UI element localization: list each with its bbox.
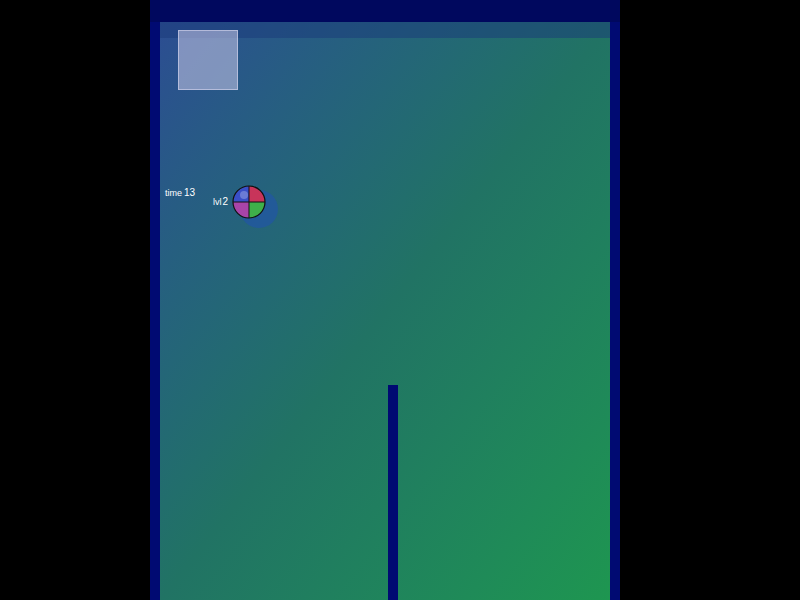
game-field: time13 lvl2 <box>150 0 620 600</box>
top-wall <box>150 0 620 22</box>
ball-icon[interactable] <box>232 185 266 219</box>
goal-square <box>178 30 238 90</box>
screen: time13 lvl2 <box>0 0 800 600</box>
play-area: time13 lvl2 <box>160 22 610 600</box>
inner-wall <box>388 385 398 600</box>
time-display: time13 <box>165 188 195 198</box>
level-display: lvl2 <box>213 197 228 207</box>
